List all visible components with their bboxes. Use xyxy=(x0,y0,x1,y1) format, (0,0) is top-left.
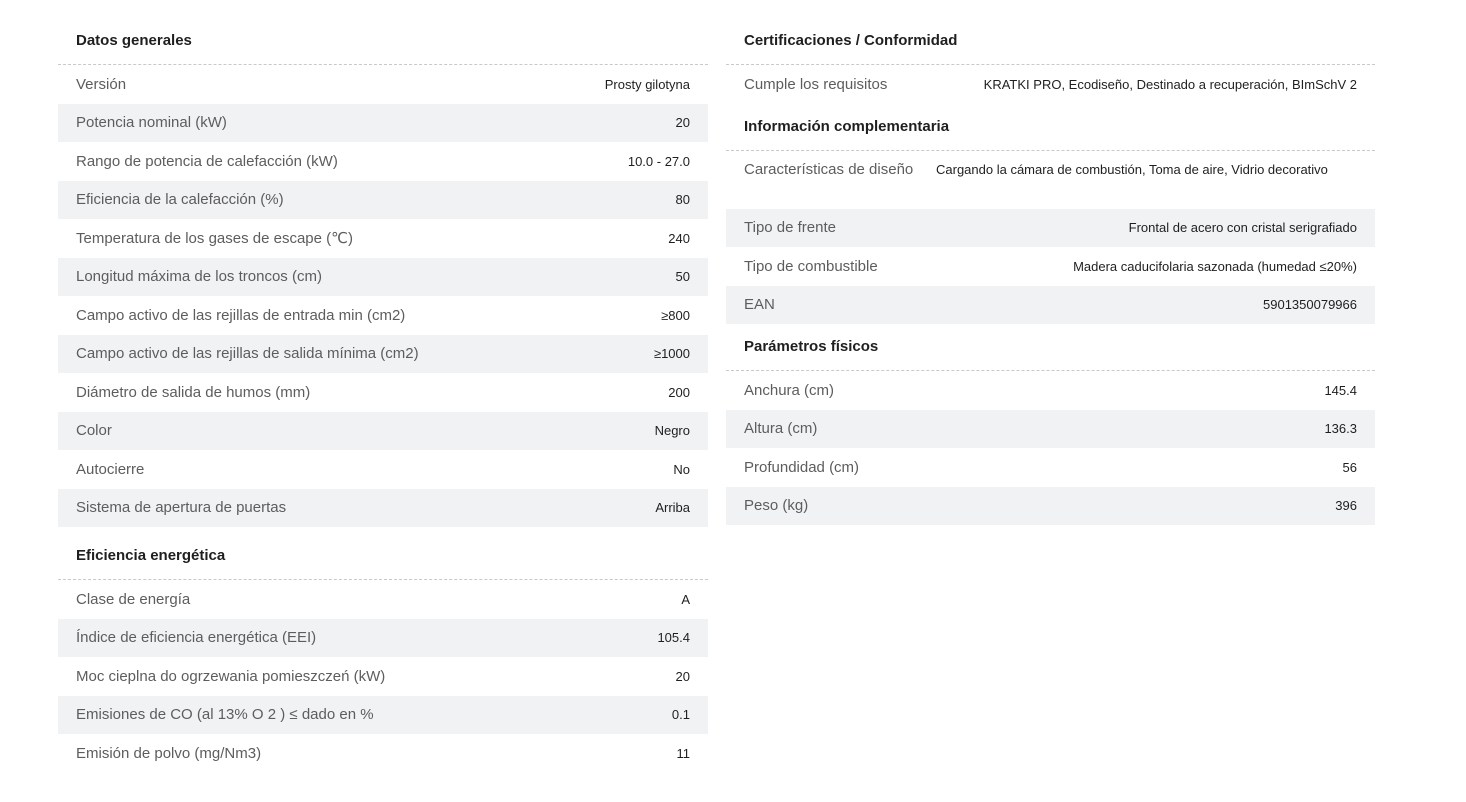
spec-value: A xyxy=(681,591,690,607)
spec-row: Tipo de combustible Madera caducifolaria … xyxy=(726,247,1375,286)
spec-table-general: Versión Prosty gilotyna Potencia nominal … xyxy=(58,65,708,527)
spec-label: Longitud máxima de los troncos (cm) xyxy=(76,268,322,286)
spec-row: Potencia nominal (kW) 20 xyxy=(58,103,708,142)
spec-value: 5901350079966 xyxy=(1263,297,1357,313)
spec-value: Prosty gilotyna xyxy=(604,76,690,92)
spec-table-certifications: Cumple los requisitos KRATKI PRO, Ecodise… xyxy=(726,65,1375,104)
spec-row: Anchura (cm) 145.4 xyxy=(726,371,1375,410)
spec-value: KRATKI PRO, Ecodiseño, Destinado a recup… xyxy=(983,76,1357,92)
spec-value: 240 xyxy=(668,230,690,246)
section-title-general: Datos generales xyxy=(58,18,708,65)
spec-value: Cargando la cámara de combustión, Toma d… xyxy=(936,161,1328,177)
spec-label: Eficiencia de la calefacción (%) xyxy=(76,191,284,209)
spec-label: Color xyxy=(76,422,112,440)
spec-label: Anchura (cm) xyxy=(744,381,835,399)
spec-label: Altura (cm) xyxy=(744,420,818,438)
spec-value: ≥800 xyxy=(661,307,690,323)
spec-row: Clase de energía A xyxy=(58,580,708,619)
spec-label: Campo activo de las rejillas de salida m… xyxy=(76,345,419,363)
spec-value: 200 xyxy=(668,384,690,400)
spec-row: Campo activo de las rejillas de entrada … xyxy=(58,296,708,335)
spec-row: Longitud máxima de los troncos (cm) 50 xyxy=(58,257,708,296)
spec-value: ≥1000 xyxy=(653,346,690,362)
spec-value: 105.4 xyxy=(657,630,690,646)
spec-table-physical: Anchura (cm) 145.4 Altura (cm) 136.3 Profu… xyxy=(726,371,1375,525)
spec-row: Color Negro xyxy=(58,411,708,450)
spec-table-complementary: Características de diseño Cargando la cám… xyxy=(726,151,1375,324)
spec-label: Sistema de apertura de puertas xyxy=(76,499,287,517)
spec-label: Emisiones de CO (al 13% O 2 ) ≤ dado en … xyxy=(76,706,374,724)
spec-value: 0.1 xyxy=(671,707,690,723)
spec-label: Temperatura de los gases de escape (℃) xyxy=(76,230,353,248)
spec-row: Versión Prosty gilotyna xyxy=(58,65,708,104)
spec-row: Moc cieplna do ogrzewania pomieszczeń (k… xyxy=(58,657,708,696)
spec-value: 80 xyxy=(675,192,690,208)
spec-label: EAN xyxy=(744,296,775,314)
spec-label: Versión xyxy=(76,75,127,93)
spec-value: 50 xyxy=(675,269,690,285)
spec-value: 136.3 xyxy=(1324,421,1357,437)
section-title-energy: Eficiencia energética xyxy=(58,533,708,580)
spec-value: Arriba xyxy=(655,500,690,516)
spec-value: 145.4 xyxy=(1324,382,1357,398)
spec-row: Peso (kg) 396 xyxy=(726,486,1375,525)
spec-value: 20 xyxy=(675,115,690,131)
spec-value: Negro xyxy=(654,423,690,439)
right-column: Certificaciones / Conformidad Cumple los… xyxy=(726,18,1375,525)
spec-value: 11 xyxy=(676,745,691,761)
spec-row: Autocierre No xyxy=(58,450,708,489)
spec-value: 20 xyxy=(675,668,690,684)
spec-row: Altura (cm) 136.3 xyxy=(726,409,1375,448)
left-column: Datos generales Versión Prosty gilotyna P… xyxy=(58,18,708,773)
spec-label: Rango de potencia de calefacción (kW) xyxy=(76,152,338,170)
spec-row: Características de diseño Cargando la cám… xyxy=(726,151,1375,209)
spec-value: 56 xyxy=(1342,459,1357,475)
spec-label: Diámetro de salida de humos (mm) xyxy=(76,383,311,401)
spec-label: Emisión de polvo (mg/Nm3) xyxy=(76,744,262,762)
spec-label: Tipo de frente xyxy=(744,219,836,237)
spec-row: Sistema de apertura de puertas Arriba xyxy=(58,488,708,527)
spec-value: 396 xyxy=(1335,498,1357,514)
spec-row: Eficiencia de la calefacción (%) 80 xyxy=(58,180,708,219)
section-title-complementary: Información complementaria xyxy=(726,104,1375,151)
spec-row: Emisiones de CO (al 13% O 2 ) ≤ dado en … xyxy=(58,695,708,734)
spec-label: Peso (kg) xyxy=(744,497,809,515)
spec-label: Profundidad (cm) xyxy=(744,458,860,476)
spec-row: Temperatura de los gases de escape (℃) 24… xyxy=(58,219,708,258)
spec-row: Campo activo de las rejillas de salida m… xyxy=(58,334,708,373)
spec-label: Campo activo de las rejillas de entrada … xyxy=(76,306,406,324)
spec-label: Clase de energía xyxy=(76,590,191,608)
spec-row: EAN 5901350079966 xyxy=(726,285,1375,324)
spec-label: Características de diseño xyxy=(744,160,914,178)
spec-label: Potencia nominal (kW) xyxy=(76,114,227,132)
spec-value: No xyxy=(673,461,690,477)
spec-label: Índice de eficiencia energética (EEI) xyxy=(76,629,317,647)
spec-row: Cumple los requisitos KRATKI PRO, Ecodise… xyxy=(726,65,1375,104)
spec-row: Diámetro de salida de humos (mm) 200 xyxy=(58,373,708,412)
spec-label: Autocierre xyxy=(76,460,145,478)
spec-label: Tipo de combustible xyxy=(744,257,878,275)
spec-row: Índice de eficiencia energética (EEI) 105… xyxy=(58,618,708,657)
spec-row: Profundidad (cm) 56 xyxy=(726,448,1375,487)
spec-row: Rango de potencia de calefacción (kW) 10.… xyxy=(58,142,708,181)
section-title-certifications: Certificaciones / Conformidad xyxy=(726,18,1375,65)
spec-value: Frontal de acero con cristal serigrafiad… xyxy=(1128,220,1357,236)
spec-row: Emisión de polvo (mg/Nm3) 11 xyxy=(58,734,708,773)
spec-value: 10.0 - 27.0 xyxy=(627,153,690,169)
spec-value: Madera caducifolaria sazonada (humedad ≤… xyxy=(1073,258,1357,274)
spec-label: Moc cieplna do ogrzewania pomieszczeń (k… xyxy=(76,667,386,685)
spec-table-energy: Clase de energía A Índice de eficiencia e… xyxy=(58,580,708,773)
section-title-physical: Parámetros físicos xyxy=(726,324,1375,371)
spec-row: Tipo de frente Frontal de acero con crist… xyxy=(726,208,1375,247)
spec-label: Cumple los requisitos xyxy=(744,75,888,93)
